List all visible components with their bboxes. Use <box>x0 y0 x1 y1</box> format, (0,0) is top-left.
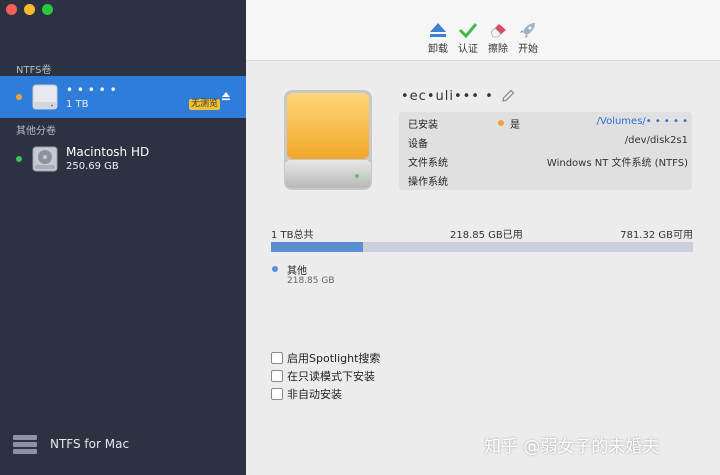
capacity-used: 218.85 GB已用 <box>450 230 523 241</box>
info-row-device: 设备 /dev/disk2s1 <box>408 135 688 150</box>
disk-name: •ec•uli••• • <box>401 89 494 104</box>
info-row-mounted: 已安装 是 /Volumes/• • • • • <box>408 116 688 131</box>
readonly-option[interactable]: 在只读模式下安装 <box>271 368 375 384</box>
volume-name: • • • • • <box>66 83 117 97</box>
app-brand: NTFS for Mac <box>12 433 129 455</box>
status-badge: 无测览 <box>189 99 221 110</box>
volume-size: 1 TB <box>66 99 89 110</box>
window-controls <box>6 4 53 15</box>
volume-name: Macintosh HD <box>66 145 150 159</box>
sidebar: NTFS卷 • • • • • 1 TB 无测览 其他分卷 Macintosh … <box>0 0 246 475</box>
close-window-button[interactable] <box>6 4 17 15</box>
rocket-icon <box>520 23 535 38</box>
readonly-checkbox[interactable] <box>271 370 283 382</box>
checkmark-icon <box>458 23 478 38</box>
legend-color-dot <box>272 266 278 272</box>
mounted-status-dot <box>16 94 22 100</box>
ntfs-section-label: NTFS卷 <box>16 65 52 76</box>
other-section-label: 其他分卷 <box>16 126 56 137</box>
no-automount-option[interactable]: 非自动安装 <box>271 386 342 402</box>
sidebar-item-macintosh-hd[interactable]: Macintosh HD 250.69 GB <box>0 138 246 180</box>
capacity-total: 1 TB总共 <box>271 230 314 241</box>
ntfs-logo-icon <box>13 435 37 454</box>
eject-icon <box>430 23 446 37</box>
info-row-os: 操作系统 <box>408 177 448 188</box>
capacity-used-fill <box>271 242 364 252</box>
volume-size: 250.69 GB <box>66 161 119 172</box>
capacity-free: 781.32 GB可用 <box>620 230 693 241</box>
legend-name: 其他 <box>287 266 307 277</box>
verify-button[interactable]: 认证 <box>453 22 483 55</box>
mounted-status-dot <box>16 156 22 162</box>
mounted-status-dot <box>498 120 504 126</box>
watermark: 知乎 @弱女子的未婚夫 <box>484 437 660 457</box>
eraser-icon <box>490 24 506 38</box>
no-automount-checkbox[interactable] <box>271 388 283 400</box>
app-name: NTFS for Mac <box>50 437 130 451</box>
volume-info-panel: 已安装 是 /Volumes/• • • • • 设备 /dev/disk2s1… <box>399 112 692 190</box>
mount-path-link[interactable]: /Volumes/• • • • • <box>597 116 688 127</box>
start-button[interactable]: 开始 <box>513 22 543 55</box>
spotlight-checkbox[interactable] <box>271 352 283 364</box>
mounted-value: 是 <box>510 120 520 131</box>
spotlight-option[interactable]: 启用Spotlight搜索 <box>271 350 380 366</box>
unmount-button[interactable]: 卸载 <box>423 22 453 55</box>
legend-size: 218.85 GB <box>287 276 335 286</box>
drive-image-icon <box>284 90 372 190</box>
sidebar-item-ntfs-volume[interactable]: • • • • • 1 TB 无测览 <box>0 76 246 118</box>
capacity-bar <box>271 242 693 252</box>
minimize-window-button[interactable] <box>24 4 35 15</box>
eject-icon[interactable] <box>221 91 231 101</box>
zoom-window-button[interactable] <box>42 4 53 15</box>
info-row-filesystem: 文件系统 Windows NT 文件系统 (NTFS) <box>408 158 688 169</box>
main-panel: 卸载 认证 擦除 开始 •ec•uli••• • 已安装 是 /Volumes/… <box>246 0 720 475</box>
toolbar: 卸载 认证 擦除 开始 <box>246 0 720 61</box>
edit-pencil-icon[interactable] <box>501 89 515 103</box>
external-drive-icon <box>32 84 58 110</box>
erase-button[interactable]: 擦除 <box>483 22 513 55</box>
internal-drive-icon <box>32 146 58 172</box>
